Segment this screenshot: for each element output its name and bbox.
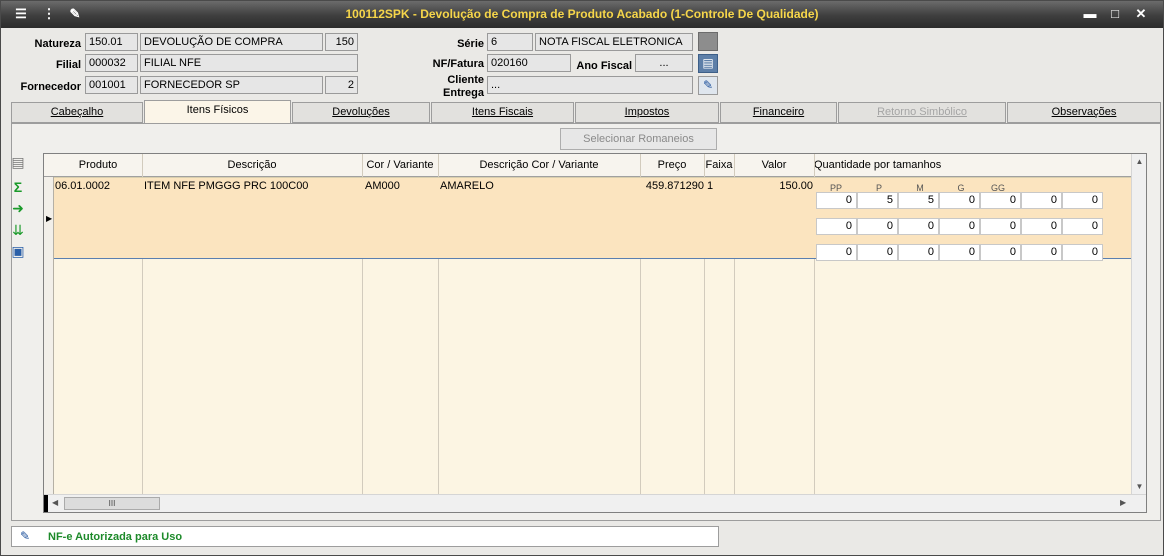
fornecedor-description-field[interactable]: FORNECEDOR SP	[140, 76, 323, 94]
cliente-entrega-label-line2: Entrega	[443, 87, 484, 99]
tab-retorno-simbolico: Retorno Simbólico	[838, 102, 1006, 123]
status-bar: ✎ NF-e Autorizada para Uso	[11, 526, 719, 547]
qty-cell[interactable]: 0	[898, 244, 939, 261]
items-grid: ▶ Produto Descrição Cor / Variante Descr…	[43, 153, 1147, 513]
serie-label: Série	[457, 38, 484, 50]
edit-icon[interactable]: ✎	[698, 76, 718, 95]
fornecedor-code-field[interactable]: 001001	[85, 76, 138, 94]
document-icon[interactable]: ▤	[10, 154, 26, 170]
serie-code-field[interactable]: 6	[487, 33, 533, 51]
col-header-valor[interactable]: Valor	[734, 159, 814, 171]
tab-impostos[interactable]: Impostos	[575, 102, 719, 123]
serie-description-field[interactable]: NOTA FISCAL ELETRONICA	[535, 33, 693, 51]
natureza-code-field[interactable]: 150.01	[85, 33, 138, 51]
cliente-entrega-label-line1: Cliente	[447, 74, 484, 86]
edit-icon: ✎	[19, 529, 31, 543]
cell-descricao-cor: AMARELO	[440, 180, 494, 192]
cell-descricao: ITEM NFE PMGGG PRC 100C00	[144, 180, 309, 192]
cell-produto: 06.01.0002	[55, 180, 111, 192]
tab-cabecalho[interactable]: Cabeçalho	[11, 102, 143, 123]
current-row-indicator: ▶	[46, 214, 53, 223]
qty-cell[interactable]: 0	[816, 192, 857, 209]
col-header-quantidade[interactable]: Quantidade por tamanhos	[814, 159, 944, 171]
cell-preco: 459.871290	[645, 180, 704, 192]
export-icon[interactable]: ➜	[10, 200, 26, 216]
ano-fiscal-lookup-icon[interactable]: ▤	[698, 54, 718, 73]
tab-itens-fisicos[interactable]: Itens Físicos	[144, 100, 291, 124]
fornecedor-number-field[interactable]: 2	[325, 76, 358, 94]
tab-devolucoes[interactable]: Devoluções	[292, 102, 430, 123]
qty-cell[interactable]: 0	[1021, 192, 1062, 209]
tab-observacoes[interactable]: Observações	[1007, 102, 1161, 123]
collapse-down-icon[interactable]: ⇊	[10, 222, 26, 238]
table-row[interactable]: 06.01.0002 ITEM NFE PMGGG PRC 100C00 AM0…	[54, 177, 1132, 261]
qty-cell[interactable]: 0	[1062, 244, 1103, 261]
cell-valor: 150.00	[779, 180, 813, 192]
qty-cell[interactable]: 0	[1021, 244, 1062, 261]
qty-cell[interactable]: 0	[857, 218, 898, 235]
horizontal-scroll-thumb[interactable]: III	[64, 497, 160, 510]
ano-fiscal-label: Ano Fiscal	[576, 60, 632, 72]
scroll-up-icon[interactable]: ▲	[1132, 157, 1146, 166]
tab-itens-fiscais[interactable]: Itens Fiscais	[431, 102, 574, 123]
vertical-scrollbar[interactable]: ▲ ▼	[1131, 154, 1146, 494]
qty-cell[interactable]: 5	[898, 192, 939, 209]
maximize-button[interactable]: □	[1105, 6, 1125, 22]
qty-cell[interactable]: 0	[980, 244, 1021, 261]
qty-cell[interactable]: 0	[898, 218, 939, 235]
qty-cell[interactable]: 0	[1062, 218, 1103, 235]
col-header-produto[interactable]: Produto	[54, 159, 142, 171]
selecionar-romaneios-button[interactable]: Selecionar Romaneios	[560, 128, 717, 150]
qty-cell[interactable]: 0	[1021, 218, 1062, 235]
tab-bar: Cabeçalho Itens Físicos Devoluções Itens…	[11, 100, 1161, 124]
image-icon[interactable]: ▣	[10, 243, 26, 259]
qty-cell[interactable]: 0	[857, 244, 898, 261]
qty-cell[interactable]: 0	[939, 244, 980, 261]
close-button[interactable]: ✕	[1131, 6, 1151, 22]
natureza-label: Natureza	[34, 38, 81, 50]
natureza-number-field[interactable]: 150	[325, 33, 358, 51]
nf-fatura-field[interactable]: 020160	[487, 54, 571, 72]
qty-cell[interactable]: 5	[857, 192, 898, 209]
horizontal-scrollbar[interactable]: ◀ III ▶	[44, 494, 1146, 512]
cell-faixa: 1	[707, 180, 714, 192]
qty-cell[interactable]: 0	[1062, 192, 1103, 209]
serie-lookup-button[interactable]	[698, 32, 718, 51]
qty-cell[interactable]: 0	[980, 218, 1021, 235]
fornecedor-label: Fornecedor	[20, 81, 81, 93]
scroll-left-icon[interactable]: ◀	[52, 498, 58, 507]
tab-financeiro[interactable]: Financeiro	[720, 102, 837, 123]
qty-cell[interactable]: 0	[939, 192, 980, 209]
title-bar: ☰ ⋮ ✎ 100112SPK - Devolução de Compra de…	[1, 1, 1163, 28]
qty-cell[interactable]: 0	[816, 244, 857, 261]
row-indicator-column: ▶	[44, 154, 54, 494]
col-header-faixa[interactable]: Faixa	[704, 159, 734, 171]
scroll-right-icon[interactable]: ▶	[1120, 498, 1126, 507]
minimize-button[interactable]: ▬	[1080, 6, 1100, 22]
col-header-descricao[interactable]: Descrição	[142, 159, 362, 171]
nf-fatura-label: NF/Fatura	[432, 58, 484, 70]
main-window: ☰ ⋮ ✎ 100112SPK - Devolução de Compra de…	[0, 0, 1164, 556]
cliente-entrega-field[interactable]: ...	[487, 76, 693, 94]
natureza-description-field[interactable]: DEVOLUÇÃO DE COMPRA	[140, 33, 323, 51]
window-title: 100112SPK - Devolução de Compra de Produ…	[345, 7, 819, 21]
status-text: NF-e Autorizada para Uso	[48, 531, 183, 543]
qty-cell[interactable]: 0	[980, 192, 1021, 209]
col-header-preco[interactable]: Preço	[640, 159, 704, 171]
col-header-cor-variante[interactable]: Cor / Variante	[362, 159, 438, 171]
filial-description-field[interactable]: FILIAL NFE	[140, 54, 358, 72]
cell-cor-variante: AM000	[365, 180, 400, 192]
ano-fiscal-field[interactable]: ...	[635, 54, 693, 72]
qty-cell[interactable]: 0	[816, 218, 857, 235]
filial-label: Filial	[55, 59, 81, 71]
sum-icon[interactable]: Σ	[10, 179, 26, 195]
col-header-descricao-cor[interactable]: Descrição Cor / Variante	[438, 159, 640, 171]
scroll-marker	[44, 495, 48, 512]
qty-cell[interactable]: 0	[939, 218, 980, 235]
scroll-down-icon[interactable]: ▼	[1132, 482, 1146, 491]
grid-header: Produto Descrição Cor / Variante Descriç…	[44, 154, 1132, 177]
filial-code-field[interactable]: 000032	[85, 54, 138, 72]
